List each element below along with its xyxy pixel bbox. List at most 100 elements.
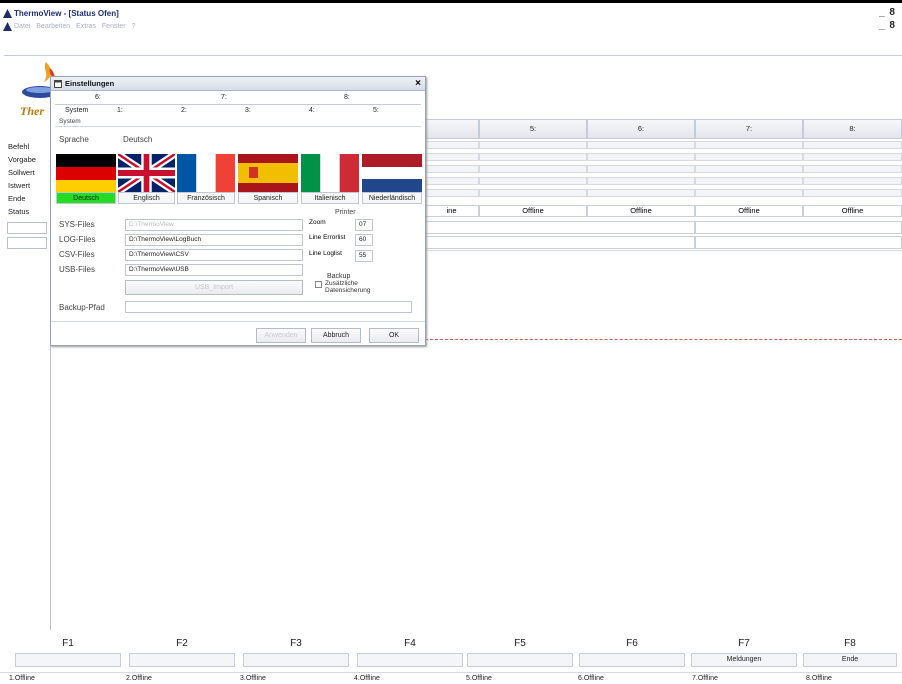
label-status: Status — [8, 207, 30, 216]
command-input-c[interactable] — [425, 236, 695, 249]
fkey-f7[interactable]: F7 Meldungen — [688, 637, 800, 667]
fkey-f2-button[interactable] — [129, 653, 235, 667]
backup-checkbox[interactable] — [315, 281, 322, 288]
tab-6[interactable]: 6: — [95, 94, 101, 101]
value-cell — [425, 177, 479, 185]
zoom-label: Zoom — [309, 219, 326, 226]
fkey-f5-button[interactable] — [467, 653, 573, 667]
flag-uk-icon[interactable] — [118, 154, 175, 192]
tab-2[interactable]: 2: — [181, 107, 187, 114]
ok-button[interactable]: OK — [369, 328, 419, 343]
flag-germany-icon[interactable] — [56, 154, 116, 192]
fkey-f6-label: F6 — [626, 638, 638, 649]
line-errorlist-field[interactable]: 60 — [355, 234, 373, 246]
window-title: ThermoView - [Status Ofen] — [14, 9, 119, 18]
status-cell-8: Offline — [803, 205, 902, 217]
menu-datei[interactable]: Datei — [14, 23, 30, 30]
status-oven-4: 4.Offline — [354, 675, 380, 682]
flag-italy-icon[interactable] — [301, 154, 359, 192]
close-icon[interactable]: × — [415, 78, 421, 89]
label-vorgabe: Vorgabe — [8, 155, 36, 164]
language-italienisch-button[interactable]: Italienisch — [301, 192, 359, 204]
usb-files-field[interactable]: D:\ThermoView\USB — [125, 264, 303, 276]
command-input-b[interactable] — [695, 221, 902, 234]
tab-5[interactable]: 5: — [373, 107, 379, 114]
backup-pfad-field[interactable] — [125, 301, 412, 313]
fkey-f1[interactable]: F1 — [12, 637, 124, 667]
flag-netherlands-icon[interactable] — [362, 154, 422, 192]
printer-label: Printer — [335, 209, 356, 216]
tab-system[interactable]: System — [65, 107, 88, 114]
tab-8[interactable]: 8: — [344, 94, 350, 101]
fkey-f8[interactable]: F8 Ende — [800, 637, 900, 667]
language-niederlaendisch-button[interactable]: Niederländisch — [362, 192, 422, 204]
cancel-button[interactable]: Abbruch — [311, 328, 361, 343]
line-loglist-field[interactable]: 55 — [355, 250, 373, 262]
left-input-2[interactable] — [7, 237, 47, 249]
language-spanisch-button[interactable]: Spanisch — [238, 192, 298, 204]
value-cell — [479, 153, 587, 161]
usb-import-button[interactable]: USB_Import — [125, 280, 303, 295]
log-files-field[interactable]: D:\ThermoView\LogBuch — [125, 234, 303, 246]
status-cell-6: Offline — [587, 205, 695, 217]
fkey-f7-button[interactable]: Meldungen — [691, 653, 797, 667]
window-controls[interactable]: _ 8 — [879, 7, 896, 18]
zoom-field[interactable]: 07 — [355, 219, 373, 231]
fkey-f6[interactable]: F6 — [576, 637, 688, 667]
status-oven-2: 2.Offline — [126, 675, 152, 682]
tab-3[interactable]: 3: — [245, 107, 251, 114]
column-header-6: 6: — [587, 119, 695, 139]
left-input-1[interactable] — [7, 222, 47, 234]
status-oven-1: 1.Offline — [9, 675, 35, 682]
value-cell — [587, 189, 695, 197]
document-icon — [3, 22, 12, 31]
value-cell — [803, 189, 902, 197]
language-deutsch-button[interactable]: Deutsch — [56, 192, 116, 204]
backup-pfad-label: Backup-Pfad — [59, 303, 105, 312]
menu-extras[interactable]: Extras — [76, 23, 96, 30]
menu-fenster[interactable]: Fenster — [102, 23, 126, 30]
csv-files-field[interactable]: D:\ThermoView\CSV — [125, 249, 303, 261]
language-englisch-button[interactable]: Englisch — [118, 192, 175, 204]
log-files-label: LOG-Files — [59, 235, 96, 244]
limit-line — [425, 339, 902, 340]
settings-dialog: Einstellungen × 6: 7: 8: System 1: 2: 3:… — [50, 76, 426, 346]
value-cell — [587, 165, 695, 173]
fkey-f5[interactable]: F5 — [464, 637, 576, 667]
fkey-f1-button[interactable] — [15, 653, 121, 667]
fkey-f3[interactable]: F3 — [240, 637, 352, 667]
menu-help[interactable]: ? — [132, 23, 136, 30]
language-franzoesisch-button[interactable]: Französisch — [177, 192, 235, 204]
value-cell — [587, 177, 695, 185]
flag-france-icon[interactable] — [177, 154, 235, 192]
command-input-a[interactable] — [425, 221, 695, 234]
fkey-f4-button[interactable] — [357, 653, 463, 667]
apply-button[interactable]: Anwenden — [256, 328, 306, 343]
label-ende: Ende — [8, 194, 26, 203]
status-oven-5: 5.Offline — [466, 675, 492, 682]
child-window-controls[interactable]: _ 8 — [879, 20, 896, 31]
fkey-f6-button[interactable] — [579, 653, 685, 667]
tab-1[interactable]: 1: — [117, 107, 123, 114]
fkey-f3-label: F3 — [290, 638, 302, 649]
menu-bar: Datei Bearbeiten Extras Fenster ? — [0, 21, 902, 33]
value-cell — [479, 177, 587, 185]
flag-spain-icon[interactable] — [238, 154, 298, 192]
fkey-f7-label: F7 — [738, 638, 750, 649]
app-icon — [3, 9, 12, 18]
value-cell — [695, 141, 803, 149]
tab-row-bottom: System 1: 2: 3: 4: 5: — [51, 107, 425, 117]
fkey-f4[interactable]: F4 — [354, 637, 466, 667]
value-cell — [425, 189, 479, 197]
sprache-value: Deutsch — [123, 135, 153, 144]
tab-7[interactable]: 7: — [221, 94, 227, 101]
column-header-4 — [425, 119, 479, 139]
value-cell — [587, 141, 695, 149]
top-border — [0, 0, 902, 3]
menu-bearbeiten[interactable]: Bearbeiten — [36, 23, 70, 30]
fkey-f8-button[interactable]: Ende — [803, 653, 897, 667]
fkey-f2[interactable]: F2 — [126, 637, 238, 667]
command-input-d[interactable] — [695, 236, 902, 249]
tab-4[interactable]: 4: — [309, 107, 315, 114]
fkey-f3-button[interactable] — [243, 653, 349, 667]
